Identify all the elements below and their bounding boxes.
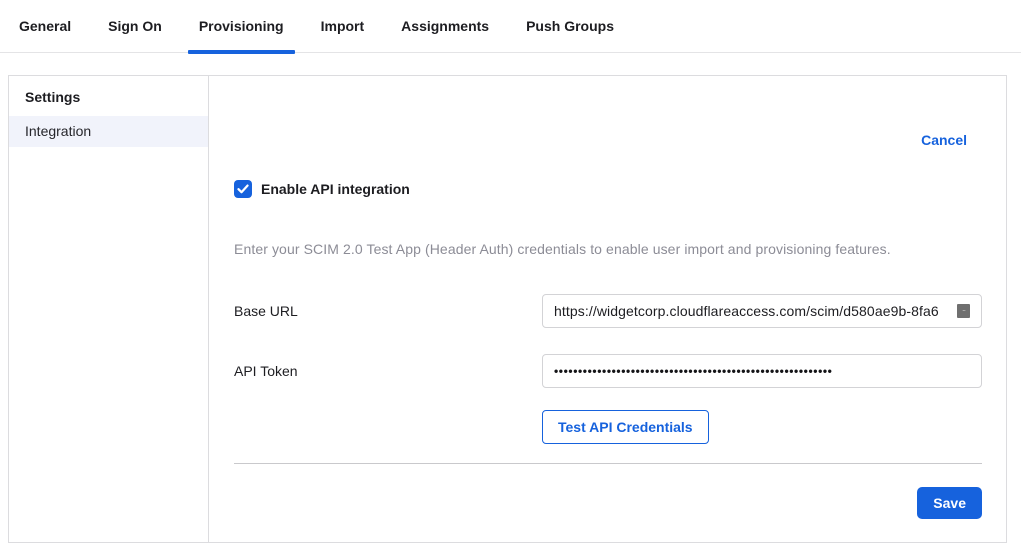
form-divider xyxy=(234,463,982,464)
enable-api-integration-checkbox[interactable] xyxy=(234,180,252,198)
app-tab-bar: General Sign On Provisioning Import Assi… xyxy=(0,0,1021,53)
enable-api-integration-label: Enable API integration xyxy=(261,181,410,197)
tab-import[interactable]: Import xyxy=(321,0,365,53)
base-url-label: Base URL xyxy=(234,303,542,319)
provisioning-panel: Settings Integration Cancel Enable API i… xyxy=(8,75,1007,543)
save-row: Save xyxy=(234,487,982,519)
tab-general[interactable]: General xyxy=(19,0,71,53)
text-selection-block: ·· xyxy=(957,304,970,318)
save-button[interactable]: Save xyxy=(917,487,982,519)
test-credentials-row: Test API Credentials xyxy=(234,410,982,444)
tab-assignments[interactable]: Assignments xyxy=(401,0,489,53)
test-api-credentials-button[interactable]: Test API Credentials xyxy=(542,410,709,444)
api-token-label: API Token xyxy=(234,363,542,379)
base-url-input[interactable]: https://widgetcorp.cloudflareaccess.com/… xyxy=(542,294,982,328)
checkmark-icon xyxy=(237,184,249,194)
api-token-masked-value: ••••••••••••••••••••••••••••••••••••••••… xyxy=(554,364,832,378)
sidebar-header: Settings xyxy=(9,76,208,116)
enable-api-integration-row: Enable API integration xyxy=(234,180,982,198)
api-token-input[interactable]: ••••••••••••••••••••••••••••••••••••••••… xyxy=(542,354,982,388)
tab-sign-on[interactable]: Sign On xyxy=(108,0,162,53)
base-url-field-row: Base URL https://widgetcorp.cloudflareac… xyxy=(234,294,982,328)
api-token-field-row: API Token ••••••••••••••••••••••••••••••… xyxy=(234,354,982,388)
cancel-row: Cancel xyxy=(234,132,982,150)
sidebar-item-integration[interactable]: Integration xyxy=(9,116,208,147)
tab-push-groups[interactable]: Push Groups xyxy=(526,0,614,53)
tab-provisioning[interactable]: Provisioning xyxy=(199,0,284,53)
cancel-button[interactable]: Cancel xyxy=(921,132,967,148)
credentials-description: Enter your SCIM 2.0 Test App (Header Aut… xyxy=(234,241,982,257)
base-url-value: https://widgetcorp.cloudflareaccess.com/… xyxy=(554,303,957,319)
integration-settings-form: Cancel Enable API integration Enter your… xyxy=(209,76,1006,542)
settings-sidebar: Settings Integration xyxy=(9,76,209,542)
